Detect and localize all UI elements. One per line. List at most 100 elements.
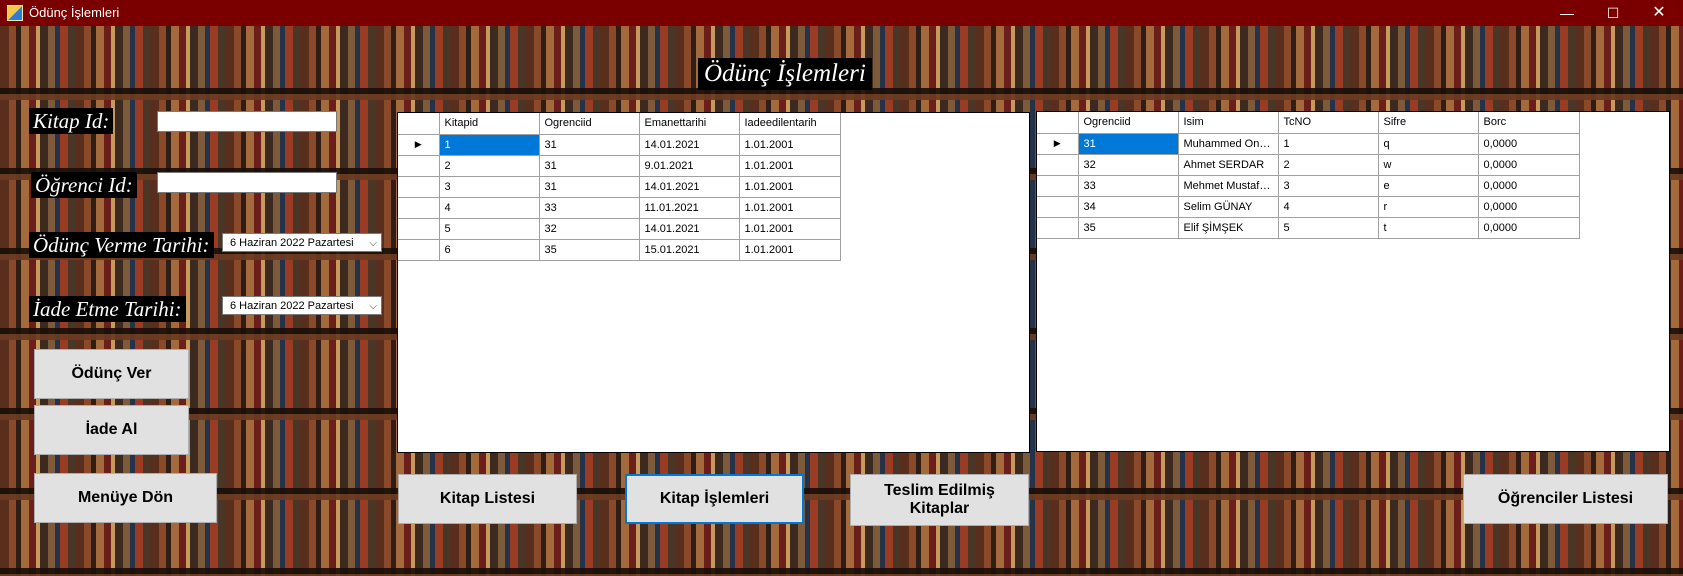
odunc-tarihi-picker[interactable]: 6 Haziran 2022 Pazartesi ⌵ xyxy=(222,233,382,252)
table-row[interactable]: 34 Selim GÜNAY 4 r 0,0000 xyxy=(1037,195,1580,218)
table-row[interactable]: 35 Elif ŞİMŞEK 5 t 0,0000 xyxy=(1037,216,1580,239)
close-button[interactable]: ✕ xyxy=(1636,0,1682,26)
table-cell[interactable]: Selim GÜNAY xyxy=(1177,195,1279,218)
menuye-don-button[interactable]: Menüye Dön xyxy=(34,473,217,523)
table-cell[interactable]: 3 xyxy=(1277,174,1379,197)
table-cell[interactable]: 31 xyxy=(1077,132,1179,155)
table-cell[interactable]: 0,0000 xyxy=(1477,216,1580,239)
kitap-islemleri-button[interactable]: Kitap İşlemleri xyxy=(625,474,804,524)
column-header[interactable]: Sifre xyxy=(1377,112,1479,134)
table-cell[interactable]: 1.01.2001 xyxy=(738,154,841,177)
table-row[interactable]: 3 31 14.01.2021 1.01.2001 xyxy=(398,175,841,198)
row-header[interactable] xyxy=(398,175,440,198)
table-cell[interactable]: 1 xyxy=(1277,132,1379,155)
table-cell[interactable]: 3 xyxy=(438,175,540,198)
table-cell[interactable]: 1.01.2001 xyxy=(738,175,841,198)
iade-al-button[interactable]: İade Al xyxy=(34,405,189,455)
row-header[interactable] xyxy=(1037,174,1079,197)
table-cell[interactable]: 6 xyxy=(438,238,540,261)
table-cell[interactable]: 33 xyxy=(1077,174,1179,197)
table-row[interactable]: 6 35 15.01.2021 1.01.2001 xyxy=(398,238,841,261)
table-cell[interactable]: 14.01.2021 xyxy=(638,217,740,240)
column-header[interactable]: Borc xyxy=(1477,112,1580,134)
table-cell[interactable]: 1.01.2001 xyxy=(738,196,841,219)
table-cell[interactable]: 31 xyxy=(538,154,640,177)
table-cell[interactable]: e xyxy=(1377,174,1479,197)
table-cell[interactable]: 32 xyxy=(538,217,640,240)
row-header-corner[interactable] xyxy=(1037,112,1079,134)
table-cell[interactable]: 11.01.2021 xyxy=(638,196,740,219)
table-cell[interactable]: 35 xyxy=(1077,216,1179,239)
ogrenci-id-input[interactable] xyxy=(157,172,337,193)
column-header[interactable]: Emanettarihi xyxy=(638,113,740,135)
row-header[interactable] xyxy=(398,217,440,240)
table-cell[interactable]: Mehmet Mustafa ... xyxy=(1177,174,1279,197)
table-cell[interactable]: 14.01.2021 xyxy=(638,133,740,156)
table-cell[interactable]: Elif ŞİMŞEK xyxy=(1177,216,1279,239)
teslim-edilmis-kitaplar-button[interactable]: Teslim Edilmiş Kitaplar xyxy=(850,474,1029,526)
row-indicator-icon[interactable]: ▶ xyxy=(398,133,440,156)
chevron-down-icon[interactable]: ⌵ xyxy=(369,234,377,253)
table-cell[interactable]: 0,0000 xyxy=(1477,195,1580,218)
table-cell[interactable]: 0,0000 xyxy=(1477,132,1580,155)
table-cell[interactable]: 9.01.2021 xyxy=(638,154,740,177)
row-header[interactable] xyxy=(398,238,440,261)
loans-grid[interactable]: Kitapid Ogrenciid Emanettarihi Iadeedile… xyxy=(397,112,1030,453)
row-indicator-icon[interactable]: ▶ xyxy=(1037,132,1079,155)
table-cell[interactable]: 31 xyxy=(538,175,640,198)
kitap-id-input[interactable] xyxy=(157,111,337,132)
column-header[interactable]: TcNO xyxy=(1277,112,1379,134)
students-grid[interactable]: Ogrenciid Isim TcNO Sifre Borc ▶ 31 Muha… xyxy=(1036,111,1670,452)
row-header[interactable] xyxy=(1037,153,1079,176)
table-cell[interactable]: t xyxy=(1377,216,1479,239)
kitap-listesi-button[interactable]: Kitap Listesi xyxy=(398,474,577,524)
table-cell[interactable]: Muhammed Onur... xyxy=(1177,132,1279,155)
table-cell[interactable]: 5 xyxy=(1277,216,1379,239)
row-header-corner[interactable] xyxy=(398,113,440,135)
table-cell[interactable]: r xyxy=(1377,195,1479,218)
table-row[interactable]: ▶ 31 Muhammed Onur... 1 q 0,0000 xyxy=(1037,132,1580,155)
column-header[interactable]: Kitapid xyxy=(438,113,540,135)
iade-tarihi-picker[interactable]: 6 Haziran 2022 Pazartesi ⌵ xyxy=(222,296,382,315)
table-cell[interactable]: 1.01.2001 xyxy=(738,238,841,261)
table-cell[interactable]: 1.01.2001 xyxy=(738,217,841,240)
table-cell[interactable]: 0,0000 xyxy=(1477,174,1580,197)
row-header[interactable] xyxy=(1037,216,1079,239)
table-cell[interactable]: q xyxy=(1377,132,1479,155)
table-cell[interactable]: 32 xyxy=(1077,153,1179,176)
table-row[interactable]: ▶ 1 31 14.01.2021 1.01.2001 xyxy=(398,133,841,156)
table-cell[interactable]: 33 xyxy=(538,196,640,219)
table-cell[interactable]: 34 xyxy=(1077,195,1179,218)
table-cell[interactable]: 35 xyxy=(538,238,640,261)
row-header[interactable] xyxy=(398,196,440,219)
minimize-button[interactable]: — xyxy=(1544,0,1590,26)
column-header[interactable]: Ogrenciid xyxy=(1077,112,1179,134)
table-cell[interactable]: 14.01.2021 xyxy=(638,175,740,198)
table-cell[interactable]: 1.01.2001 xyxy=(738,133,841,156)
table-row[interactable]: 5 32 14.01.2021 1.01.2001 xyxy=(398,217,841,240)
table-cell[interactable]: 0,0000 xyxy=(1477,153,1580,176)
table-row[interactable]: 2 31 9.01.2021 1.01.2001 xyxy=(398,154,841,177)
column-header[interactable]: Ogrenciid xyxy=(538,113,640,135)
table-cell[interactable]: 2 xyxy=(438,154,540,177)
table-cell[interactable]: 15.01.2021 xyxy=(638,238,740,261)
column-header[interactable]: Isim xyxy=(1177,112,1279,134)
table-row[interactable]: 32 Ahmet SERDAR 2 w 0,0000 xyxy=(1037,153,1580,176)
row-header[interactable] xyxy=(398,154,440,177)
table-row[interactable]: 33 Mehmet Mustafa ... 3 e 0,0000 xyxy=(1037,174,1580,197)
column-header[interactable]: Iadeedilentarih xyxy=(738,113,841,135)
table-cell[interactable]: w xyxy=(1377,153,1479,176)
table-row[interactable]: 4 33 11.01.2021 1.01.2001 xyxy=(398,196,841,219)
table-cell[interactable]: Ahmet SERDAR xyxy=(1177,153,1279,176)
maximize-button[interactable]: ☐ xyxy=(1590,0,1636,26)
table-cell[interactable]: 4 xyxy=(1277,195,1379,218)
ogrenciler-listesi-button[interactable]: Öğrenciler Listesi xyxy=(1463,474,1668,524)
table-cell[interactable]: 4 xyxy=(438,196,540,219)
odunc-ver-button[interactable]: Ödünç Ver xyxy=(34,349,189,399)
table-cell[interactable]: 31 xyxy=(538,133,640,156)
table-cell[interactable]: 2 xyxy=(1277,153,1379,176)
row-header[interactable] xyxy=(1037,195,1079,218)
table-cell[interactable]: 5 xyxy=(438,217,540,240)
chevron-down-icon[interactable]: ⌵ xyxy=(369,297,377,316)
table-cell[interactable]: 1 xyxy=(438,133,540,156)
